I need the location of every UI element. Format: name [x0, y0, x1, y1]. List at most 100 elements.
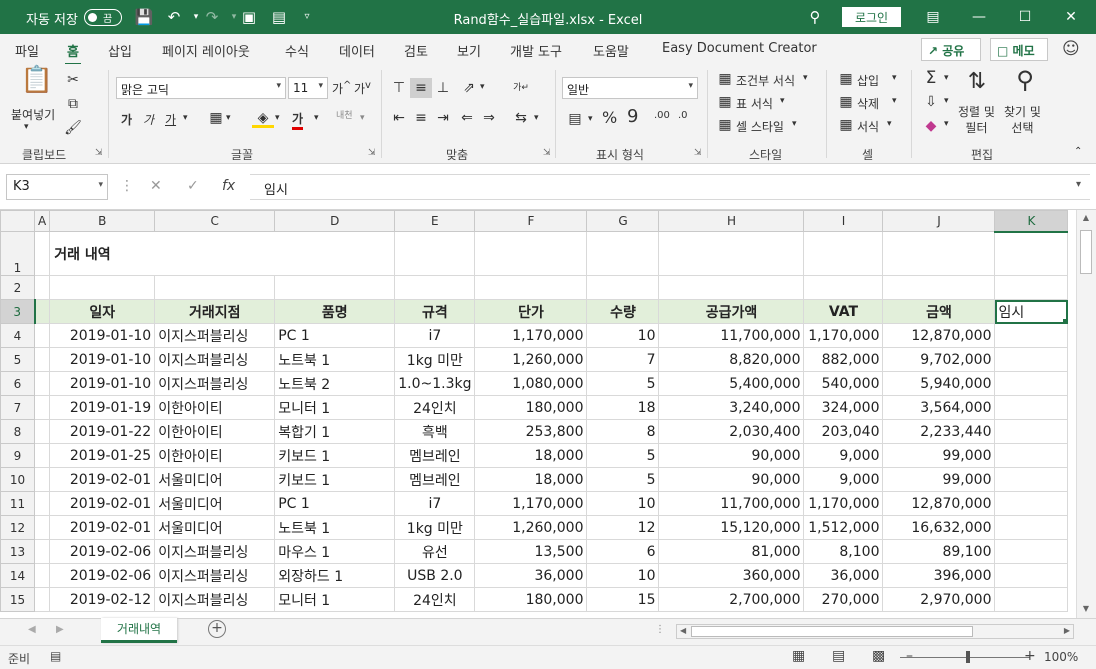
chevron-down-icon[interactable]: ▾ [887, 119, 892, 129]
column-header[interactable]: D [274, 210, 396, 232]
alignment-launcher-icon[interactable]: ⇲ [543, 148, 551, 158]
table-cell[interactable]: 서울미디어 [154, 467, 276, 492]
table-cell[interactable]: 396,000 [882, 563, 996, 588]
format-as-table-icon[interactable]: ▦ [714, 92, 736, 112]
align-top-icon[interactable]: ⊤ [388, 78, 410, 98]
clear-icon[interactable]: ◆ [920, 116, 942, 136]
zoom-level[interactable]: 100% [1044, 650, 1078, 664]
table-cell[interactable]: 1,080,000 [474, 371, 588, 396]
column-header[interactable]: E [394, 210, 476, 232]
cell[interactable] [33, 491, 51, 516]
normal-view-icon[interactable]: ▦ [792, 648, 805, 664]
table-cell[interactable]: i7 [394, 491, 476, 516]
table-cell[interactable]: 99,000 [882, 467, 996, 492]
table-cell[interactable]: 멤브레인 [394, 467, 476, 492]
table-cell[interactable]: 7 [586, 347, 660, 372]
redo-icon[interactable]: ↷ [201, 6, 223, 28]
table-cell[interactable]: PC 1 [274, 491, 396, 516]
row-header[interactable]: 9 [0, 443, 35, 468]
chevron-down-icon[interactable]: ▾ [944, 73, 949, 83]
tab-page-layout[interactable]: 페이지 레이아웃 [162, 41, 250, 60]
format-cells-button[interactable]: 서식 [857, 118, 879, 135]
fill-dropdown-icon[interactable]: ▾ [275, 113, 280, 123]
table-cell[interactable]: 12 [586, 515, 660, 540]
chevron-down-icon[interactable]: ▾ [944, 119, 949, 129]
table-cell[interactable]: 882,000 [803, 347, 884, 372]
column-header[interactable]: J [882, 210, 996, 232]
tab-view[interactable]: 보기 [457, 41, 481, 60]
tab-developer[interactable]: 개발 도구 [510, 41, 562, 60]
format-painter-icon[interactable]: 🖌 [62, 118, 84, 138]
font-color-icon[interactable]: 가 [292, 110, 304, 130]
table-cell[interactable]: 1,512,000 [803, 515, 884, 540]
header-cell[interactable]: 규격 [394, 299, 476, 324]
cell[interactable] [474, 231, 588, 276]
prev-sheet-icon[interactable]: ◀ [28, 624, 36, 635]
tab-help[interactable]: 도움말 [593, 41, 629, 60]
paste-icon[interactable]: 📋 [20, 67, 54, 102]
italic-icon[interactable]: 가 [143, 111, 154, 128]
decrease-decimal-icon[interactable]: .0 [678, 110, 688, 121]
table-cell[interactable]: 2019-02-01 [49, 467, 156, 492]
table-cell[interactable]: 81,000 [658, 539, 805, 564]
table-cell[interactable]: 5 [586, 467, 660, 492]
table-cell[interactable]: 노트북 1 [274, 347, 396, 372]
table-cell[interactable]: 18 [586, 395, 660, 420]
table-cell[interactable]: 12,870,000 [882, 491, 996, 516]
table-cell[interactable]: 8,100 [803, 539, 884, 564]
table-cell[interactable]: 5,400,000 [658, 371, 805, 396]
delete-cells-button[interactable]: 삭제 [857, 95, 879, 112]
table-cell[interactable]: 1kg 미만 [394, 515, 476, 540]
close-icon[interactable]: ✕ [1048, 0, 1094, 34]
table-cell[interactable]: 이지스퍼블리싱 [154, 539, 276, 564]
table-cell[interactable]: 180,000 [474, 395, 588, 420]
enter-icon[interactable]: ✓ [187, 178, 199, 194]
scroll-up-icon[interactable]: ▲ [1080, 213, 1092, 222]
memo-button[interactable]: □ 메모 [990, 38, 1048, 61]
delete-cells-icon[interactable]: ▦ [835, 92, 857, 112]
row-header[interactable]: 14 [0, 563, 35, 588]
wrap-text-icon[interactable]: 가↵ [510, 78, 532, 98]
find-select-icon[interactable]: ⚲ [1010, 68, 1040, 98]
feedback-smile-icon[interactable]: ☺ [1062, 39, 1080, 59]
insert-function-icon[interactable]: fx [222, 178, 235, 194]
cell[interactable] [994, 491, 1069, 516]
cell[interactable] [33, 275, 51, 300]
table-cell[interactable]: 9,000 [803, 443, 884, 468]
autosum-icon[interactable]: Σ [920, 68, 942, 88]
border-icon[interactable]: ▦ [205, 108, 227, 128]
formula-input[interactable]: 임시 [250, 174, 1090, 200]
table-cell[interactable]: 16,632,000 [882, 515, 996, 540]
table-cell[interactable]: 90,000 [658, 467, 805, 492]
font-color-dropdown-icon[interactable]: ▾ [314, 113, 319, 123]
percent-icon[interactable]: % [602, 108, 617, 127]
column-header[interactable]: G [586, 210, 660, 232]
selected-cell-k3[interactable]: 임시 [994, 299, 1069, 324]
column-header[interactable]: H [658, 210, 805, 232]
row-header[interactable]: 12 [0, 515, 35, 540]
cell[interactable] [33, 515, 51, 540]
scroll-thumb[interactable] [691, 626, 973, 637]
customize-toolbar-icon[interactable]: ▿ [296, 6, 318, 28]
table-cell[interactable]: 9,702,000 [882, 347, 996, 372]
merge-dropdown-icon[interactable]: ▾ [534, 113, 539, 123]
font-size-combo[interactable]: 11 ▾ [288, 77, 328, 99]
select-all-corner[interactable] [0, 210, 35, 232]
conditional-formatting-button[interactable]: 조건부 서식 [736, 72, 795, 89]
cell[interactable] [994, 395, 1069, 420]
autosave-toggle[interactable]: 끔 [84, 9, 122, 26]
table-cell[interactable]: 모니터 1 [274, 587, 396, 612]
table-cell[interactable]: 540,000 [803, 371, 884, 396]
chevron-down-icon[interactable]: ▾ [803, 73, 808, 83]
header-cell[interactable]: VAT [803, 299, 884, 324]
table-cell[interactable]: 유선 [394, 539, 476, 564]
table-cell[interactable]: 복합기 1 [274, 419, 396, 444]
increase-decimal-icon[interactable]: .00 [654, 110, 670, 121]
table-cell[interactable]: 2,700,000 [658, 587, 805, 612]
cell[interactable] [803, 275, 884, 300]
tab-home[interactable]: 홈 [65, 41, 81, 66]
insert-cells-icon[interactable]: ▦ [835, 69, 857, 89]
row-header[interactable]: 13 [0, 539, 35, 564]
table-cell[interactable]: 2,030,400 [658, 419, 805, 444]
column-header[interactable]: B [49, 210, 156, 232]
